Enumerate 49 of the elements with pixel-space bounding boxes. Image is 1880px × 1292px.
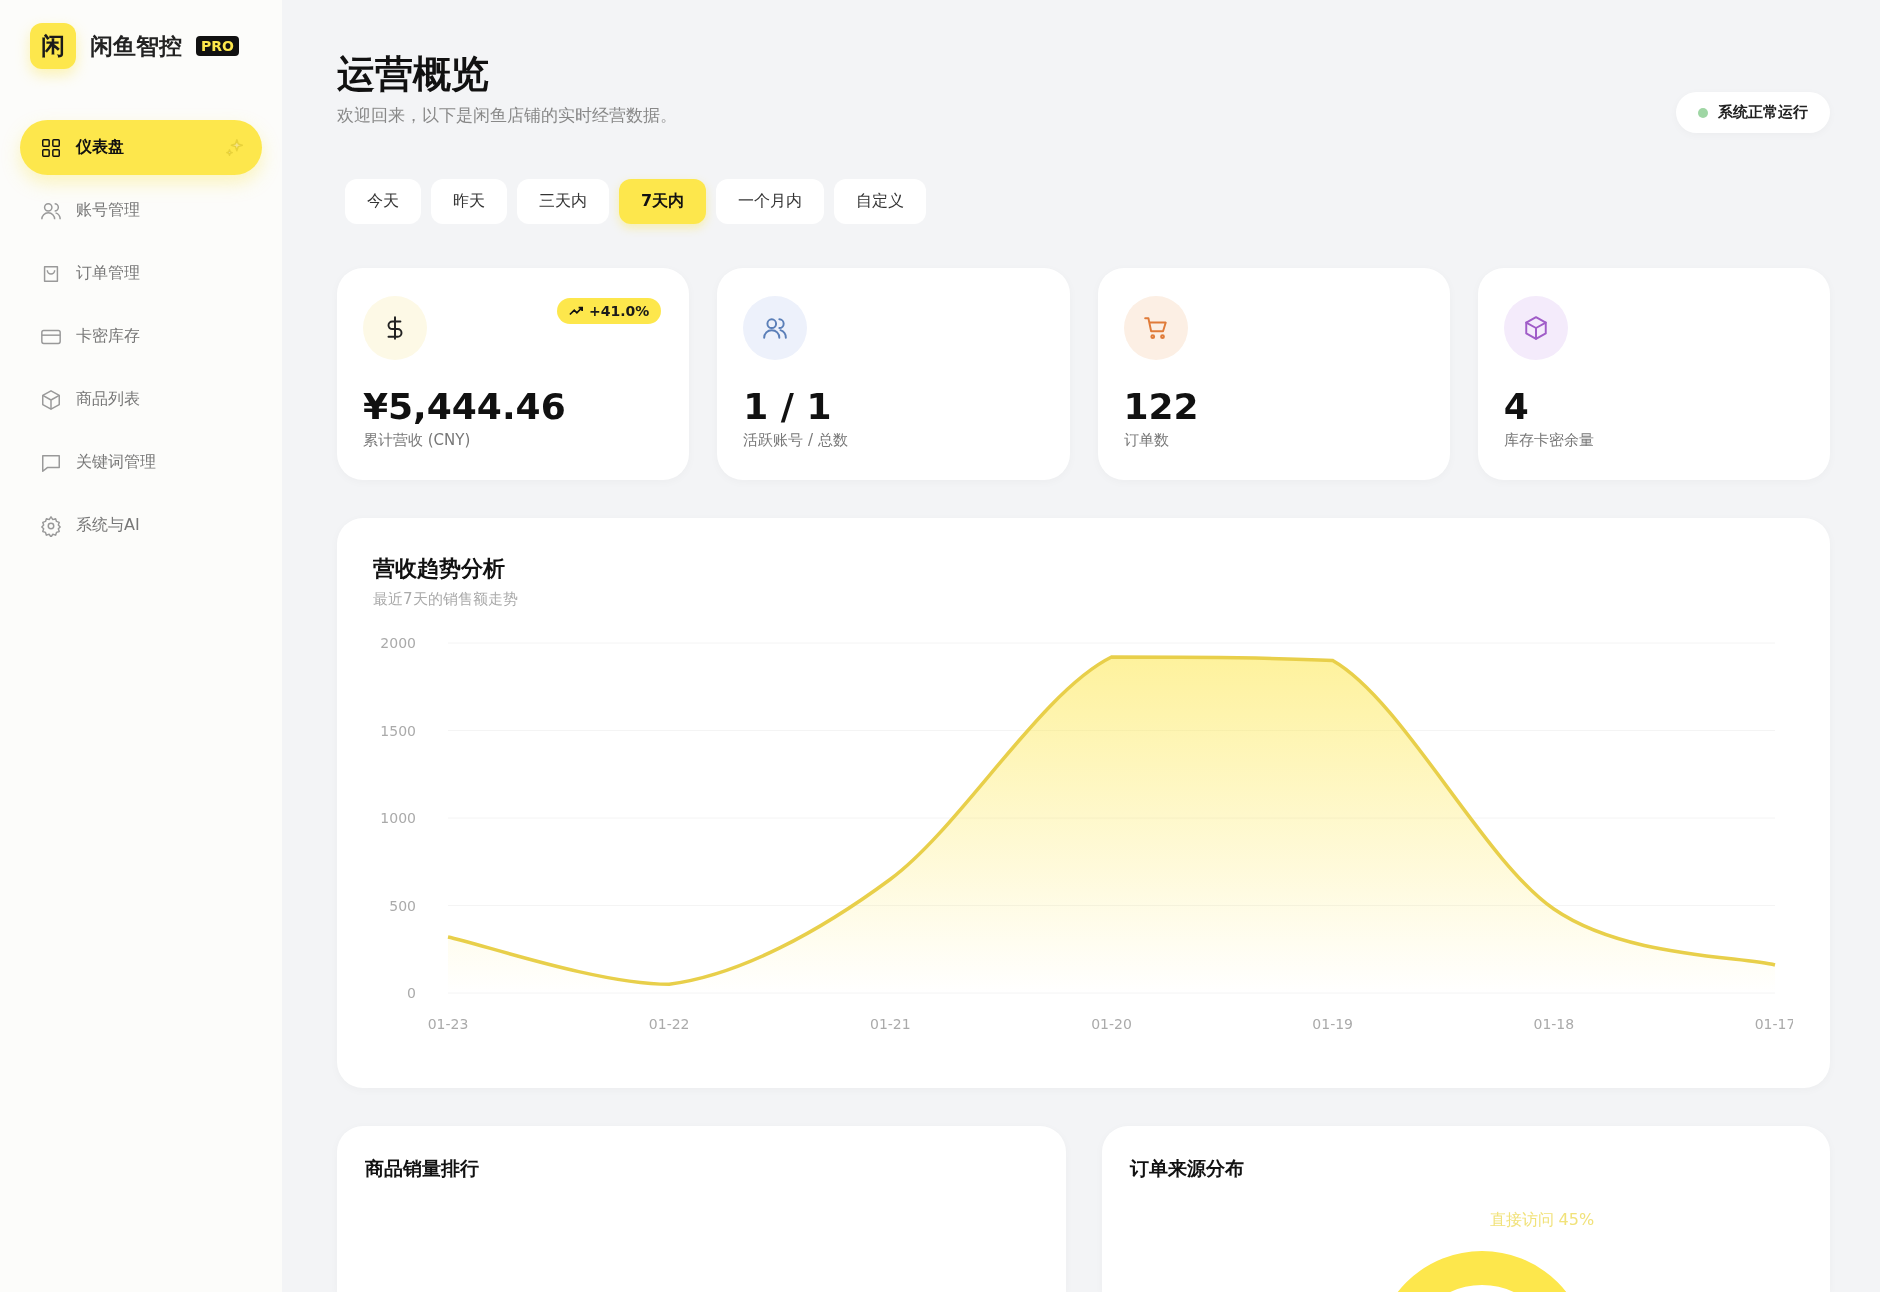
x-axis-label: 01-18 — [1533, 1016, 1575, 1032]
date-range-tab[interactable]: 昨天 — [431, 179, 507, 224]
app-logo: 闲 — [30, 23, 76, 69]
y-axis-label: 1500 — [380, 722, 416, 739]
app-name: 闲鱼智控 — [90, 31, 182, 61]
stat-value: 1 / 1 — [743, 386, 833, 427]
sidebar-item[interactable]: 商品列表 — [20, 372, 262, 427]
chart-title: 营收趋势分析 — [373, 555, 506, 583]
chart-subtitle: 最近7天的销售额走势 — [373, 590, 519, 609]
sparkle-icon — [224, 136, 246, 159]
x-axis-label: 01-20 — [1091, 1016, 1132, 1032]
slice-label: 直接访问 45% — [1489, 1210, 1595, 1231]
sidebar-item[interactable]: 仪表盘 — [20, 120, 262, 175]
sidebar-item[interactable]: 系统与AI — [20, 498, 262, 553]
date-range-tab[interactable]: 自定义 — [834, 179, 927, 224]
sidebar-item[interactable]: 关键词管理 — [20, 435, 262, 490]
date-range-tab[interactable]: 今天 — [345, 179, 421, 224]
stat-label: 活跃账号 / 总数 — [743, 431, 849, 450]
trend-up-icon — [568, 304, 583, 318]
y-axis-label: 2000 — [380, 635, 416, 651]
x-axis-label: 01-19 — [1312, 1016, 1353, 1032]
date-range-tab[interactable]: 三天内 — [517, 179, 609, 224]
x-axis-label: 01-23 — [427, 1016, 469, 1032]
panel-title: 订单来源分布 — [1129, 1156, 1245, 1181]
sidebar-item[interactable]: 订单管理 — [20, 246, 262, 301]
stat-value: ¥5,444.46 — [363, 386, 567, 427]
x-axis-label: 01-22 — [648, 1016, 690, 1032]
stat-label: 订单数 — [1123, 431, 1170, 450]
page-title: 运营概览 — [337, 52, 490, 98]
pro-badge: PRO — [196, 36, 239, 56]
y-axis-label: 500 — [389, 897, 416, 914]
page-subtitle: 欢迎回来，以下是闲鱼店铺的实时经营数据。 — [337, 103, 677, 127]
sidebar-item[interactable]: 账号管理 — [20, 183, 262, 238]
y-axis-label: 1000 — [380, 810, 416, 826]
box-icon — [40, 388, 62, 411]
status-text: 系统正常运行 — [1718, 103, 1808, 122]
trend-badge: +41.0% — [556, 298, 662, 324]
stat-label: 累计营收 (CNY) — [363, 431, 472, 450]
date-range-tab[interactable]: 7天内 — [619, 179, 707, 224]
x-axis-label: 01-21 — [870, 1016, 911, 1032]
stat-value: 122 — [1123, 386, 1200, 427]
stat-label: 库存卡密余量 — [1503, 431, 1595, 450]
settings-icon — [40, 514, 62, 537]
grid-icon — [40, 136, 62, 159]
panel-title: 商品销量排行 — [365, 1156, 480, 1181]
sidebar-item[interactable]: 卡密库存 — [20, 309, 262, 364]
y-axis-label: 0 — [407, 985, 416, 1001]
stat-value: 4 — [1503, 386, 1530, 427]
date-range-tab[interactable]: 一个月内 — [716, 179, 825, 224]
